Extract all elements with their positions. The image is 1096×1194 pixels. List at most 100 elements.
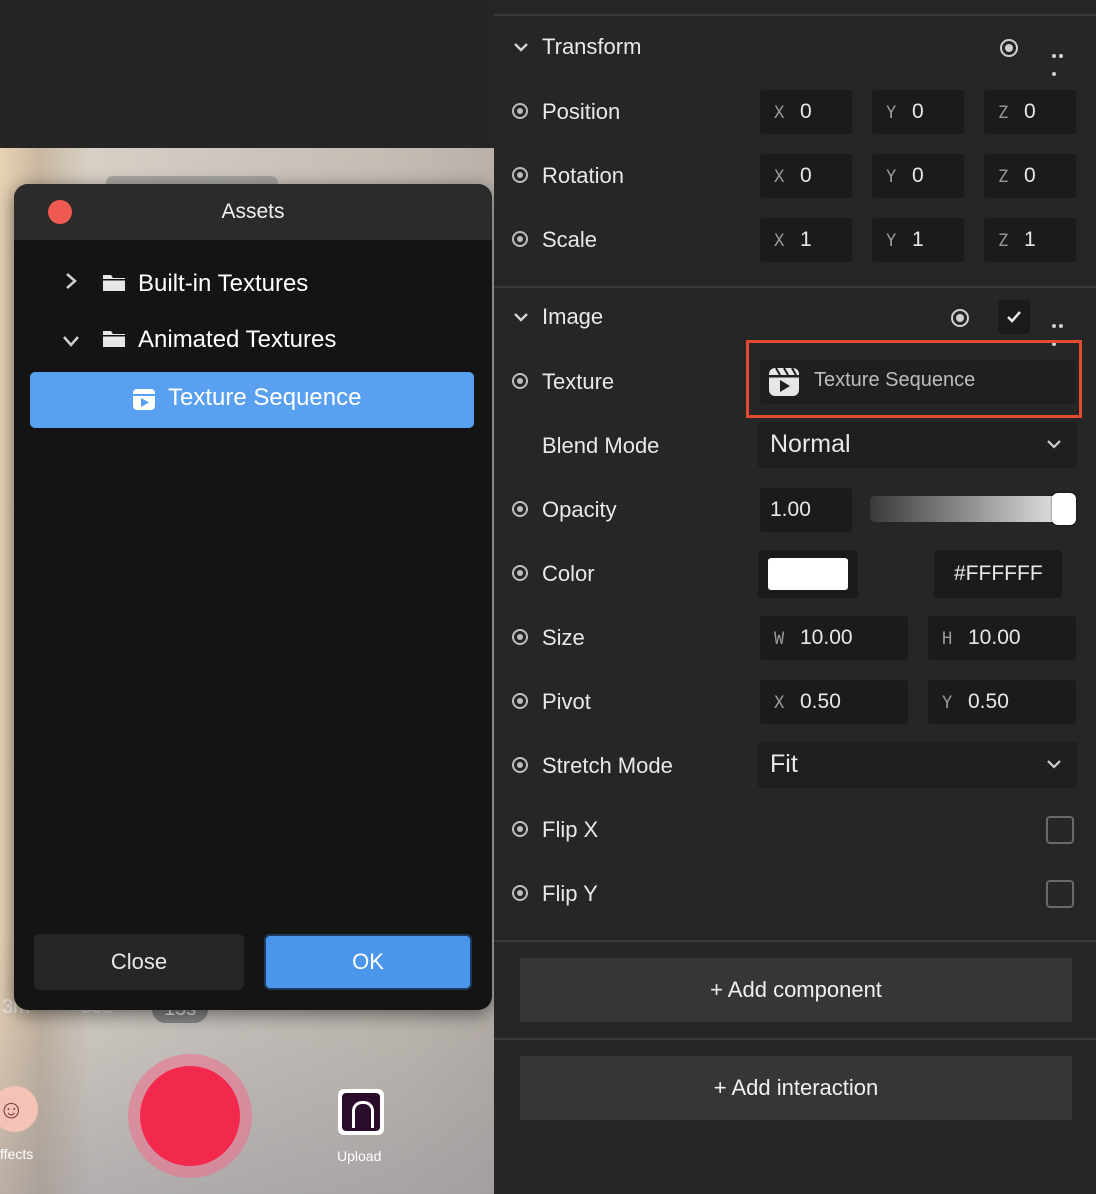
more-options-icon[interactable] xyxy=(1052,315,1072,346)
keyframe-radio-icon[interactable] xyxy=(512,373,528,389)
keyframe-radio-icon[interactable] xyxy=(512,167,528,183)
divider xyxy=(494,286,1096,288)
folder-icon xyxy=(103,275,125,291)
texture-label: Texture xyxy=(542,369,615,394)
texture-sequence-icon xyxy=(133,389,155,410)
keyframe-radio-icon[interactable] xyxy=(512,565,528,581)
keyframe-radio-icon[interactable] xyxy=(512,501,528,517)
opacity-value: 1.00 xyxy=(770,498,811,521)
position-label: Position xyxy=(542,99,621,124)
preview-pane: 3m 60s 15s ☺ ffects Upload Assets Built-… xyxy=(0,0,494,1194)
keyframe-radio-icon[interactable] xyxy=(512,885,528,901)
divider xyxy=(494,14,1096,16)
more-options-icon[interactable] xyxy=(1052,45,1072,76)
scale-label: Scale xyxy=(542,227,598,252)
tree-item-texture-sequence[interactable]: Texture Sequence xyxy=(30,372,474,428)
divider xyxy=(494,1038,1096,1040)
chevron-right-icon[interactable] xyxy=(60,270,82,292)
folder-icon xyxy=(103,331,125,347)
axis-label: Y xyxy=(886,103,897,123)
assets-dialog: Assets Built-in Textures Animated Textur… xyxy=(14,184,492,1010)
flip-x-checkbox[interactable] xyxy=(1046,816,1074,844)
tree-item-animated-textures[interactable]: Animated Textures xyxy=(14,318,492,364)
axis-label: X xyxy=(774,103,785,123)
opacity-field[interactable]: 1.00 xyxy=(760,488,852,532)
upload-label: Upload xyxy=(337,1148,382,1164)
axis-label: Z xyxy=(998,103,1009,123)
axis-label: Y xyxy=(886,231,897,251)
wink-face-icon: ☺ xyxy=(0,1094,25,1124)
field-value: 0 xyxy=(1024,100,1036,123)
size-h-field[interactable]: H 10.00 xyxy=(928,616,1076,660)
rotation-label: Rotation xyxy=(542,163,624,188)
chevron-down-icon xyxy=(1047,760,1061,769)
tree-item-label: Built-in Textures xyxy=(138,270,309,297)
field-value: 0 xyxy=(912,164,924,187)
keyframe-radio-icon[interactable] xyxy=(512,757,528,773)
keyframe-radio-icon[interactable] xyxy=(512,231,528,247)
opacity-label: Opacity xyxy=(542,497,617,522)
flip-y-checkbox[interactable] xyxy=(1046,880,1074,908)
checkmark-icon xyxy=(1007,311,1021,323)
field-value: 10.00 xyxy=(968,626,1021,649)
record-button[interactable] xyxy=(128,1054,252,1178)
field-value: 0.50 xyxy=(968,690,1009,713)
field-value: 10.00 xyxy=(800,626,853,649)
visibility-icon[interactable] xyxy=(951,309,969,327)
field-value: 0 xyxy=(800,164,812,187)
blend-mode-dropdown[interactable]: Normal xyxy=(758,422,1078,468)
rotation-x-field[interactable]: X 0 xyxy=(760,154,852,198)
size-label: Size xyxy=(542,625,585,650)
divider xyxy=(494,940,1096,942)
visibility-icon[interactable] xyxy=(1000,39,1018,57)
field-value: 0 xyxy=(800,100,812,123)
image-section-title[interactable]: Image xyxy=(542,304,603,330)
position-x-field[interactable]: X 0 xyxy=(760,90,852,134)
color-hex-field[interactable]: #FFFFFF xyxy=(934,550,1062,598)
field-value: 0.50 xyxy=(800,690,841,713)
chevron-down-icon[interactable] xyxy=(60,330,82,352)
transform-section-title[interactable]: Transform xyxy=(542,34,641,60)
chevron-down-icon[interactable] xyxy=(512,38,530,56)
pivot-x-field[interactable]: X 0.50 xyxy=(760,680,908,724)
stretch-mode-dropdown[interactable]: Fit xyxy=(758,742,1078,788)
keyframe-radio-icon[interactable] xyxy=(512,629,528,645)
ok-button[interactable]: OK xyxy=(264,934,472,990)
keyframe-radio-icon[interactable] xyxy=(512,693,528,709)
field-value: 0 xyxy=(912,100,924,123)
scale-z-field[interactable]: Z 1 xyxy=(984,218,1076,262)
pivot-y-field[interactable]: Y 0.50 xyxy=(928,680,1076,724)
size-w-field[interactable]: W 10.00 xyxy=(760,616,908,660)
axis-label: X xyxy=(774,167,785,187)
rotation-y-field[interactable]: Y 0 xyxy=(872,154,964,198)
axis-label: X xyxy=(774,231,785,251)
dialog-titlebar: Assets xyxy=(14,184,492,240)
selected-item-label: Texture Sequence xyxy=(168,384,362,411)
position-y-field[interactable]: Y 0 xyxy=(872,90,964,134)
add-component-button[interactable]: + Add component xyxy=(520,958,1072,1022)
keyframe-radio-icon[interactable] xyxy=(512,821,528,837)
highlight-box xyxy=(746,340,1082,418)
position-z-field[interactable]: Z 0 xyxy=(984,90,1076,134)
blend-mode-label: Blend Mode xyxy=(542,433,660,458)
chevron-down-icon[interactable] xyxy=(512,308,530,326)
dialog-title: Assets xyxy=(221,200,285,223)
axis-label: H xyxy=(942,629,953,649)
upload-button[interactable] xyxy=(338,1089,384,1135)
axis-label: Y xyxy=(942,693,953,713)
add-interaction-button[interactable]: + Add interaction xyxy=(520,1056,1072,1120)
opacity-slider[interactable] xyxy=(870,493,1076,525)
keyframe-radio-icon[interactable] xyxy=(512,103,528,119)
color-label: Color xyxy=(542,561,595,586)
tree-item-built-in-textures[interactable]: Built-in Textures xyxy=(14,262,492,308)
slider-knob[interactable] xyxy=(1052,493,1076,525)
close-button[interactable]: Close xyxy=(34,934,244,990)
scale-x-field[interactable]: X 1 xyxy=(760,218,852,262)
color-swatch-button[interactable] xyxy=(758,550,858,598)
flip-x-label: Flip X xyxy=(542,817,599,842)
rotation-z-field[interactable]: Z 0 xyxy=(984,154,1076,198)
stretch-mode-value: Fit xyxy=(770,750,798,778)
axis-label: Z xyxy=(998,231,1009,251)
scale-y-field[interactable]: Y 1 xyxy=(872,218,964,262)
enabled-checkbox[interactable] xyxy=(998,300,1030,334)
